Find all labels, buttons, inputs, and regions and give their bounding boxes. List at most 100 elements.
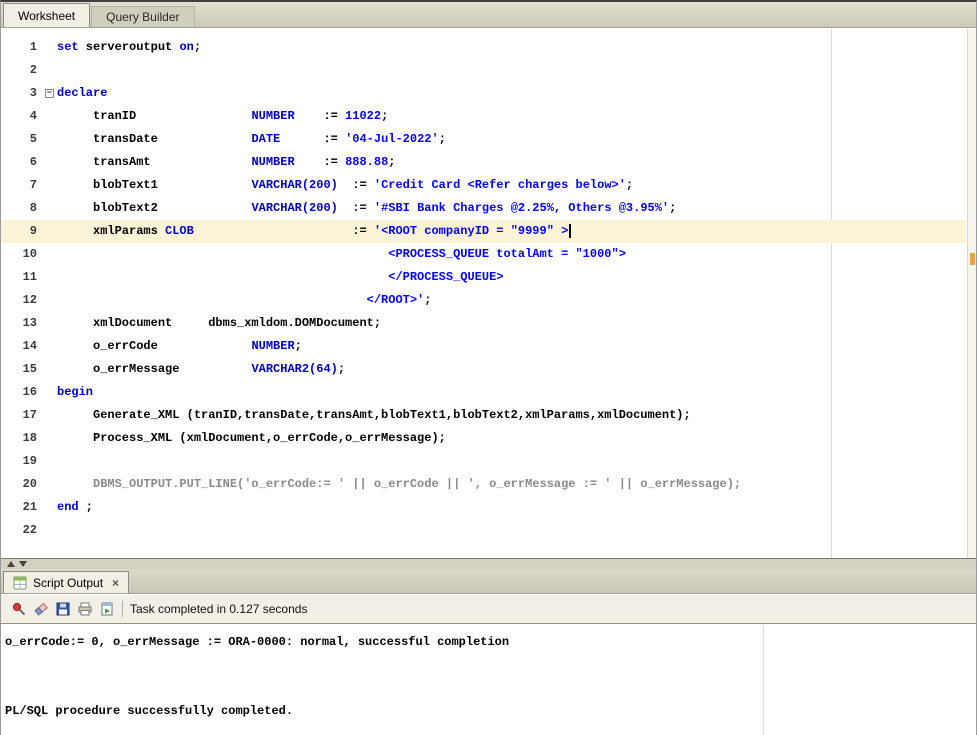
fold-column — [43, 473, 57, 496]
output-tabbar: Script Output × — [1, 569, 976, 594]
fold-column: − — [43, 82, 57, 105]
fold-column — [43, 358, 57, 381]
code-line-8[interactable]: 8 blobText2 VARCHAR(200) := '#SBI Bank C… — [1, 197, 966, 220]
tab-query-builder-label: Query Builder — [106, 10, 179, 24]
code-text: transAmt NUMBER := 888.88; — [57, 151, 396, 174]
line-number: 18 — [1, 427, 43, 450]
fold-column — [43, 105, 57, 128]
code-line-13[interactable]: 13 xmlDocument dbms_xmldom.DOMDocument; — [1, 312, 966, 335]
code-line-4[interactable]: 4 tranID NUMBER := 11022; — [1, 105, 966, 128]
code-text: xmlParams CLOB := '<ROOT companyID = "99… — [57, 220, 571, 243]
code-text: set serveroutput on; — [57, 36, 201, 59]
code-line-2[interactable]: 2 — [1, 59, 966, 82]
code-text: DBMS_OUTPUT.PUT_LINE('o_errCode:= ' || o… — [57, 473, 741, 496]
line-number: 21 — [1, 496, 43, 519]
fold-column — [43, 519, 57, 542]
code-line-3[interactable]: 3−declare — [1, 82, 966, 105]
code-text: end ; — [57, 496, 93, 519]
fold-column — [43, 312, 57, 335]
code-line-14[interactable]: 14 o_errCode NUMBER; — [1, 335, 966, 358]
code-line-1[interactable]: 1set serveroutput on; — [1, 36, 966, 59]
code-line-10[interactable]: 10 <PROCESS_QUEUE totalAmt = "1000"> — [1, 243, 966, 266]
save-button[interactable] — [52, 599, 74, 619]
code-line-11[interactable]: 11 </PROCESS_QUEUE> — [1, 266, 966, 289]
code-line-22[interactable]: 22 — [1, 519, 966, 542]
script-output-icon — [13, 576, 27, 590]
code-text: Generate_XML (tranID,transDate,transAmt,… — [57, 404, 691, 427]
line-number: 7 — [1, 174, 43, 197]
code-line-9[interactable]: 9 xmlParams CLOB := '<ROOT companyID = "… — [1, 220, 966, 243]
code-text: begin — [57, 381, 93, 404]
clear-button[interactable] — [30, 599, 52, 619]
code-text: blobText2 VARCHAR(200) := '#SBI Bank Cha… — [57, 197, 676, 220]
tab-query-builder[interactable]: Query Builder — [91, 6, 194, 27]
fold-column — [43, 151, 57, 174]
line-number: 19 — [1, 450, 43, 473]
code-text: xmlDocument dbms_xmldom.DOMDocument; — [57, 312, 381, 335]
fold-column — [43, 450, 57, 473]
pin-button[interactable] — [8, 599, 30, 619]
line-number: 14 — [1, 335, 43, 358]
splitter-collapse-up-icon[interactable] — [7, 561, 15, 567]
line-number: 17 — [1, 404, 43, 427]
fold-column — [43, 427, 57, 450]
floppy-save-icon — [55, 601, 71, 617]
line-number: 15 — [1, 358, 43, 381]
code-text: </ROOT>'; — [57, 289, 431, 312]
line-number: 3 — [1, 82, 43, 105]
line-number: 10 — [1, 243, 43, 266]
code-line-19[interactable]: 19 — [1, 450, 966, 473]
fold-column — [43, 381, 57, 404]
code-line-18[interactable]: 18 Process_XML (xmlDocument,o_errCode,o_… — [1, 427, 966, 450]
text-cursor — [569, 224, 571, 238]
fold-column — [43, 404, 57, 427]
line-number: 20 — [1, 473, 43, 496]
fold-column — [43, 36, 57, 59]
pin-icon — [11, 601, 27, 617]
line-number: 12 — [1, 289, 43, 312]
code-text: transDate DATE := '04-Jul-2022'; — [57, 128, 446, 151]
code-editor[interactable]: 1set serveroutput on;23−declare4 tranID … — [1, 29, 976, 558]
code-line-15[interactable]: 15 o_errMessage VARCHAR2(64); — [1, 358, 966, 381]
pane-splitter[interactable] — [1, 559, 976, 569]
script-output-area[interactable]: o_errCode:= 0, o_errMessage := ORA-0000:… — [1, 625, 976, 735]
fold-toggle-icon[interactable]: − — [45, 89, 54, 98]
code-line-21[interactable]: 21 end ; — [1, 496, 966, 519]
print-button[interactable] — [74, 599, 96, 619]
fold-column — [43, 335, 57, 358]
tab-worksheet-label: Worksheet — [18, 9, 75, 23]
fold-column — [43, 128, 57, 151]
output-line — [5, 654, 976, 677]
code-line-7[interactable]: 7 blobText1 VARCHAR(200) := 'Credit Card… — [1, 174, 966, 197]
line-number: 13 — [1, 312, 43, 335]
toolbar-separator — [122, 601, 123, 617]
code-text: Process_XML (xmlDocument,o_errCode,o_err… — [57, 427, 446, 450]
line-number: 5 — [1, 128, 43, 151]
fold-column — [43, 197, 57, 220]
run-script-button[interactable] — [96, 599, 118, 619]
code-text: </PROCESS_QUEUE> — [57, 266, 503, 289]
code-line-5[interactable]: 5 transDate DATE := '04-Jul-2022'; — [1, 128, 966, 151]
printer-icon — [77, 601, 93, 617]
code-line-6[interactable]: 6 transAmt NUMBER := 888.88; — [1, 151, 966, 174]
line-number: 9 — [1, 220, 43, 243]
task-status-text: Task completed in 0.127 seconds — [130, 602, 307, 616]
code-text: blobText1 VARCHAR(200) := 'Credit Card <… — [57, 174, 633, 197]
fold-column — [43, 220, 57, 243]
output-text: o_errCode:= 0, o_errMessage := ORA-0000:… — [5, 631, 976, 723]
close-tab-icon[interactable]: × — [112, 576, 119, 590]
output-toolbar: Task completed in 0.127 seconds — [1, 595, 976, 624]
code-text: tranID NUMBER := 11022; — [57, 105, 388, 128]
code-line-20[interactable]: 20 DBMS_OUTPUT.PUT_LINE('o_errCode:= ' |… — [1, 473, 966, 496]
code-line-17[interactable]: 17 Generate_XML (tranID,transDate,transA… — [1, 404, 966, 427]
tab-worksheet[interactable]: Worksheet — [3, 3, 90, 27]
tab-script-output[interactable]: Script Output × — [3, 571, 129, 593]
output-line — [5, 677, 976, 700]
scroll-position-marker — [970, 253, 975, 265]
editor-scrollbar[interactable] — [967, 29, 976, 558]
output-line: o_errCode:= 0, o_errMessage := ORA-0000:… — [5, 631, 976, 654]
splitter-collapse-down-icon[interactable] — [19, 561, 27, 567]
sql-worksheet-window: Worksheet Query Builder 1set serveroutpu… — [0, 0, 977, 735]
code-line-12[interactable]: 12 </ROOT>'; — [1, 289, 966, 312]
code-line-16[interactable]: 16begin — [1, 381, 966, 404]
